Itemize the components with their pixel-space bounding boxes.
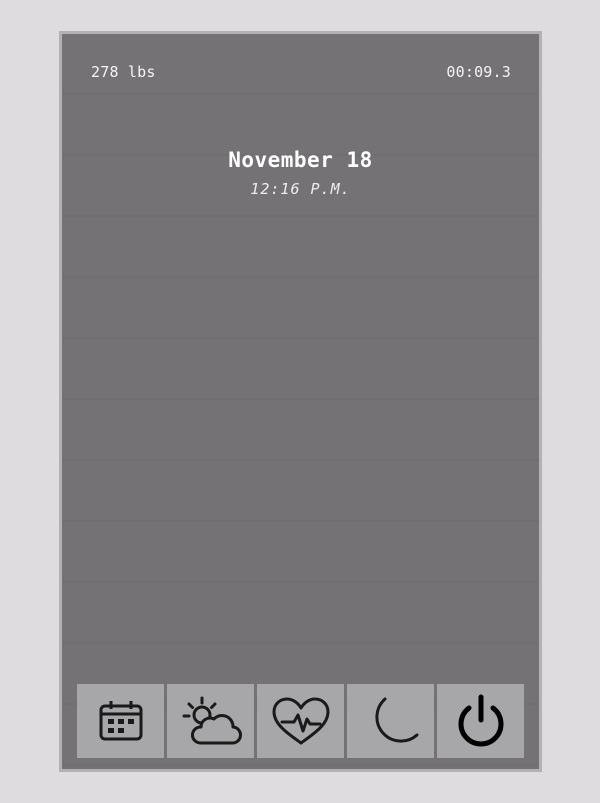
screen-texture <box>62 34 539 769</box>
power-icon <box>458 694 503 747</box>
time-display: 12:16 P.M. <box>250 180 351 198</box>
power-button[interactable] <box>437 684 524 758</box>
weight-readout: 278 lbs <box>91 63 156 81</box>
heart-rate-button[interactable] <box>257 684 344 758</box>
weather-icon <box>182 696 242 745</box>
timer-readout: 00:09.3 <box>446 63 511 81</box>
device-screen: 278 lbs 00:09.3 November 18 12:16 P.M. <box>59 31 542 772</box>
heart-rate-icon <box>272 697 329 745</box>
app-dock <box>77 684 526 758</box>
weather-button[interactable] <box>167 684 254 758</box>
moon-icon <box>374 697 418 743</box>
calendar-button[interactable] <box>77 684 164 758</box>
calendar-icon <box>99 701 142 741</box>
date-display: November 18 <box>228 148 373 172</box>
sleep-button[interactable] <box>347 684 434 758</box>
